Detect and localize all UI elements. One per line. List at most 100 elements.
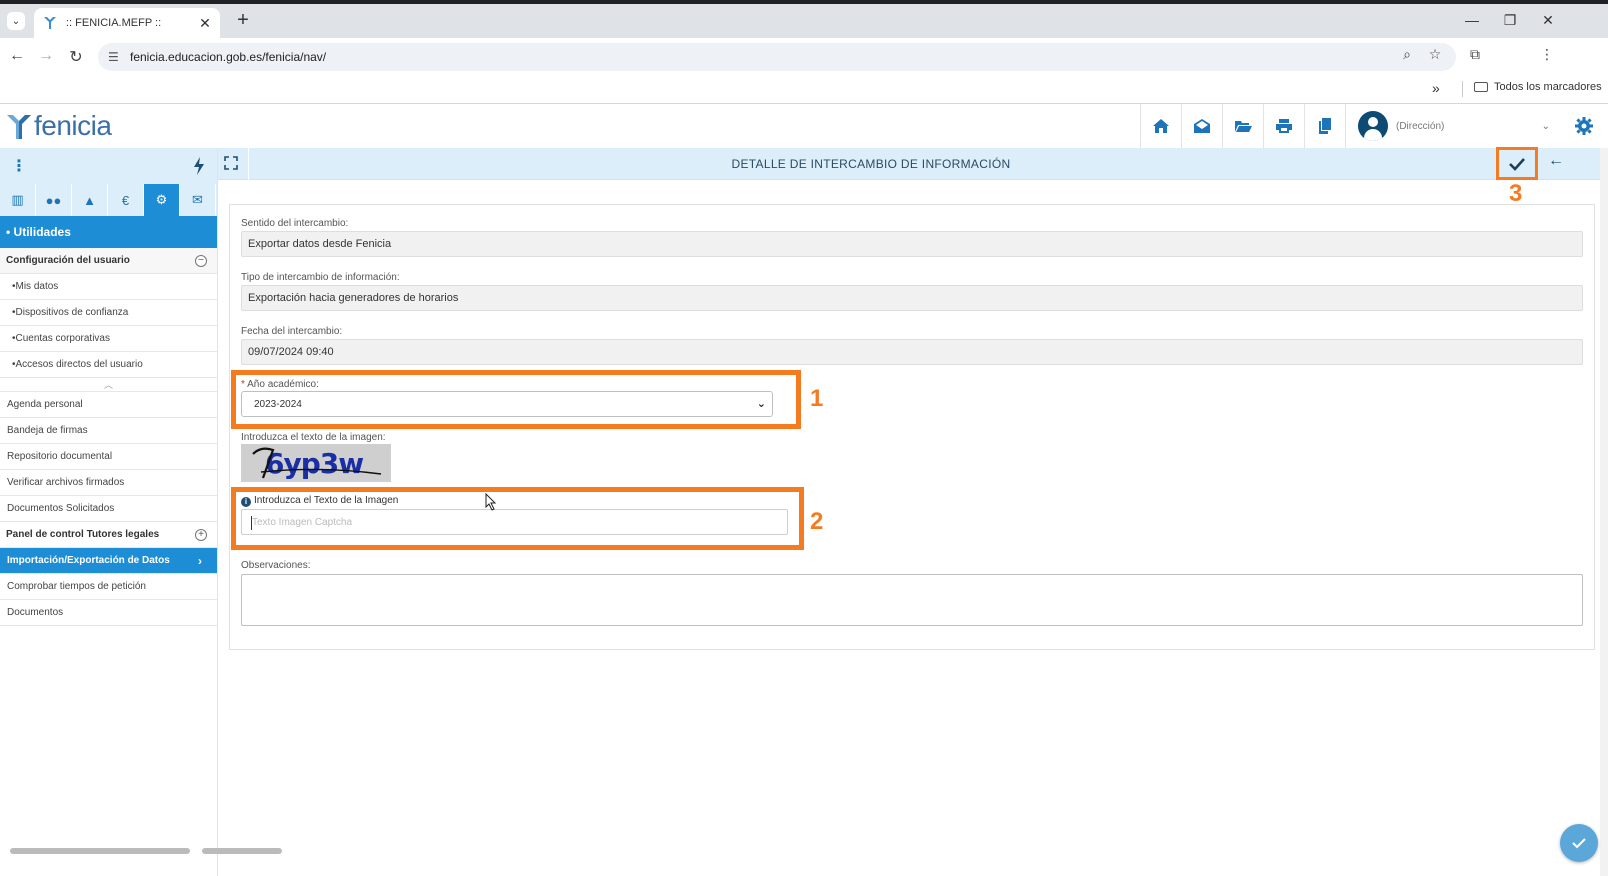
text-caret (251, 516, 252, 530)
print-icon[interactable] (1263, 104, 1304, 148)
sidebar-item-importacion-exportacion[interactable]: Importación/Exportación de Datos › (0, 548, 217, 574)
user-menu[interactable]: (Dirección) ⌄ (1345, 104, 1558, 148)
annotation-number-2: 2 (810, 508, 824, 535)
sentido-label: Sentido del intercambio: (241, 218, 349, 229)
folder-open-icon[interactable] (1222, 104, 1263, 148)
sidebar-item-agenda[interactable]: Agenda personal (0, 392, 217, 418)
extensions-icon[interactable]: ⧉ (1466, 46, 1484, 63)
captcha-image: 6yp3w (241, 444, 391, 482)
chevron-up-icon[interactable]: ︿ (0, 378, 217, 392)
omnibox[interactable]: ☰ fenicia.educacion.gob.es/fenicia/nav/ (98, 43, 1456, 71)
close-window-icon[interactable]: ✕ (1538, 12, 1558, 29)
sidebar-item-documentos[interactable]: Documentos (0, 600, 217, 626)
sidebar-item-cuentas[interactable]: •Cuentas corporativas (0, 326, 217, 352)
content-header: DETALLE DE INTERCAMBIO DE INFORMACIÓN (218, 148, 1608, 180)
graduation-cap-icon[interactable]: ▲ (72, 184, 108, 216)
more-bookmarks-icon[interactable]: » (1432, 80, 1440, 96)
back-icon[interactable]: ← (7, 47, 27, 65)
zoom-icon[interactable]: ⌕ (1398, 46, 1416, 63)
sidebar-item-comprobar[interactable]: Comprobar tiempos de petición (0, 574, 217, 600)
tab-list-button[interactable]: ⌄ (7, 12, 25, 30)
sidebar-item-bandeja[interactable]: Bandeja de firmas (0, 418, 217, 444)
avatar (1358, 111, 1388, 141)
bookmark-star-icon[interactable]: ☆ (1426, 46, 1444, 63)
inbox-icon[interactable] (1181, 104, 1222, 148)
forward-icon[interactable]: → (36, 47, 56, 65)
fenicia-logo[interactable]: fenicia (6, 110, 112, 141)
anio-label: * Año académico: (241, 379, 319, 390)
page-title: DETALLE DE INTERCAMBIO DE INFORMACIÓN (731, 157, 1011, 171)
building-icon[interactable]: ▥ (0, 184, 36, 216)
sidebar-section-utilidades[interactable]: • Utilidades (0, 216, 217, 248)
observaciones-label: Observaciones: (241, 560, 311, 571)
user-role: (Dirección) (1396, 120, 1445, 132)
close-tab-icon[interactable]: ✕ (196, 15, 214, 32)
annotation-number-1: 1 (810, 385, 824, 412)
new-tab-icon[interactable]: + (233, 9, 253, 32)
all-bookmarks-label: Todos los marcadores (1494, 81, 1602, 93)
sidebar-item-documentos-solicitados[interactable]: Documentos Solicitados (0, 496, 217, 522)
site-settings-icon[interactable]: ☰ (108, 50, 122, 64)
documents-icon[interactable] (1304, 104, 1345, 148)
confirm-button[interactable] (1496, 147, 1538, 180)
captcha-input-label: i Introduzca el Texto de la Imagen (241, 495, 398, 507)
minimize-icon[interactable]: — (1462, 12, 1482, 28)
required-marker: * (241, 379, 245, 390)
anio-selected-value: 2023-2024 (254, 398, 302, 410)
browser-menu-icon[interactable]: ⋮ (1538, 46, 1556, 63)
check-icon (1509, 157, 1525, 171)
fecha-field: 09/07/2024 09:40 (241, 339, 1583, 365)
anio-label-text: Año académico: (247, 379, 319, 390)
horizontal-scrollbar[interactable] (10, 848, 190, 854)
sentido-field: Exportar datos desde Fenicia (241, 231, 1583, 257)
window-top-edge (0, 0, 1608, 4)
fenicia-favicon-icon (44, 17, 56, 29)
vertical-scrollbar[interactable] (1600, 148, 1608, 876)
sidebar-group-tutores[interactable]: Panel de control Tutores legales + (0, 522, 217, 548)
sidebar-menu-icon[interactable]: ⋮ (11, 156, 27, 176)
captcha-input[interactable]: Texto Imagen Captcha (241, 509, 788, 535)
sidebar-group-user-config[interactable]: Configuración del usuario − (0, 248, 217, 274)
address-bar-row: ← → ↻ ☰ fenicia.educacion.gob.es/fenicia… (0, 38, 1608, 74)
sidebar-item-verificar[interactable]: Verificar archivos firmados (0, 470, 217, 496)
bolt-icon[interactable] (192, 157, 206, 175)
cogs-icon[interactable]: ⚙ (144, 184, 180, 216)
sidebar-item-mis-datos[interactable]: •Mis datos (0, 274, 217, 300)
header-icons (1140, 104, 1345, 148)
tipo-field: Exportación hacia generadores de horario… (241, 285, 1583, 311)
back-arrow-icon[interactable]: ← (1546, 152, 1566, 172)
sidebar-item-repositorio[interactable]: Repositorio documental (0, 444, 217, 470)
restore-icon[interactable]: ❐ (1500, 12, 1520, 29)
gear-icon[interactable] (1574, 116, 1594, 136)
floating-check-button[interactable] (1560, 824, 1598, 862)
envelope-icon[interactable]: ✉ (180, 184, 216, 216)
horizontal-scrollbar-2[interactable] (202, 848, 282, 854)
reload-icon[interactable]: ↻ (66, 47, 86, 67)
euro-icon[interactable]: € (108, 184, 144, 216)
browser-tab-strip: ⌄ :: FENICIA.MEFP :: ✕ + — ❐ ✕ (0, 0, 1608, 38)
browser-tab[interactable]: :: FENICIA.MEFP :: ✕ (34, 8, 220, 38)
sidebar-item-dispositivos[interactable]: •Dispositivos de confianza (0, 300, 217, 326)
tipo-label: Tipo de intercambio de información: (241, 272, 400, 283)
captcha-label: Introduzca el texto de la imagen: (241, 432, 386, 443)
all-bookmarks-button[interactable]: Todos los marcadores (1474, 81, 1602, 93)
expand-icon[interactable]: + (195, 529, 207, 541)
logo-text: fenicia (34, 110, 112, 141)
app-header: fenicia (Dirección) ⌄ (0, 104, 1608, 148)
chevron-down-icon: ⌄ (1541, 120, 1550, 132)
observaciones-textarea[interactable] (241, 574, 1583, 626)
users-icon[interactable]: ●● (36, 184, 72, 216)
collapse-icon[interactable]: − (195, 255, 207, 267)
chevron-down-icon: ⌄ (756, 398, 766, 410)
bookmarks-bar: » Todos los marcadores (0, 74, 1608, 104)
captcha-input-label-text: Introduzca el Texto de la Imagen (254, 495, 399, 506)
sidebar-group-label: Configuración del usuario (6, 255, 130, 266)
sidebar-item-accesos[interactable]: •Accesos directos del usuario (0, 352, 217, 378)
home-icon[interactable] (1140, 104, 1181, 148)
sidebar-toolbar: ⋮ (0, 148, 217, 184)
check-icon (1572, 838, 1586, 849)
sidebar: ⋮ ▥ ●● ▲ € ⚙ ✉ • Utilidades Configuració… (0, 148, 218, 876)
sidebar-item-label: Importación/Exportación de Datos (7, 555, 170, 566)
captcha-placeholder: Texto Imagen Captcha (252, 516, 353, 528)
anio-academico-select[interactable]: 2023-2024 ⌄ (241, 391, 773, 417)
